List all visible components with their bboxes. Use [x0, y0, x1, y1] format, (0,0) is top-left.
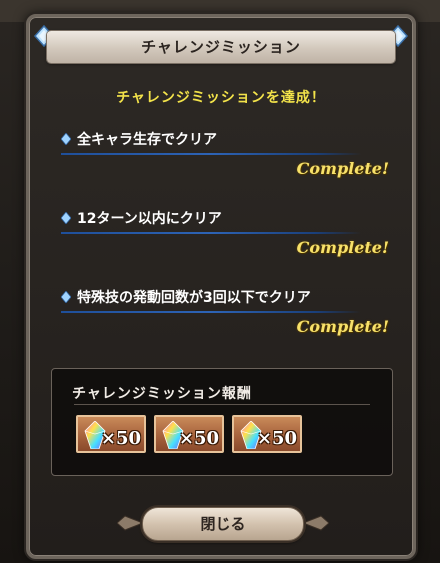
- complete-badge: Complete!: [296, 317, 389, 336]
- button-wing-left-icon: [117, 515, 143, 531]
- reward-divider: [74, 404, 370, 405]
- mission-item: 全キャラ生存でクリア: [61, 129, 391, 155]
- mission-underline: [61, 153, 361, 155]
- challenge-mission-dialog: チャレンジミッション チャレンジミッションを達成！ 全キャラ生存でクリア Com…: [26, 14, 416, 559]
- mission-label: 特殊技の発動回数が3回以下でクリア: [77, 290, 311, 306]
- reward-quantity: ×50: [178, 428, 219, 449]
- button-wing-right-icon: [303, 515, 329, 531]
- reward-quantity: ×50: [256, 428, 297, 449]
- mission-label: 全キャラ生存でクリア: [77, 132, 217, 148]
- reward-panel: チャレンジミッション報酬 ×50 ×50 ×50: [51, 368, 393, 476]
- dialog-title: チャレンジミッション: [47, 31, 395, 63]
- mission-item: 特殊技の発動回数が3回以下でクリア: [61, 287, 391, 313]
- complete-badge: Complete!: [296, 238, 389, 257]
- mission-item: 12ターン以内にクリア: [61, 208, 391, 234]
- reward-item[interactable]: ×50: [76, 415, 146, 453]
- close-button[interactable]: 閉じる: [142, 507, 304, 541]
- complete-badge: Complete!: [296, 159, 389, 178]
- reward-item[interactable]: ×50: [232, 415, 302, 453]
- diamond-bullet-icon: [61, 212, 71, 224]
- headline-text: チャレンジミッションを達成！: [116, 90, 326, 106]
- reward-quantity: ×50: [100, 428, 141, 449]
- diamond-bullet-icon: [61, 133, 71, 145]
- mission-underline: [61, 311, 361, 313]
- diamond-bullet-icon: [61, 291, 71, 303]
- mission-underline: [61, 232, 361, 234]
- reward-item[interactable]: ×50: [154, 415, 224, 453]
- mission-label: 12ターン以内にクリア: [77, 211, 222, 227]
- reward-title: チャレンジミッション報酬: [72, 386, 252, 402]
